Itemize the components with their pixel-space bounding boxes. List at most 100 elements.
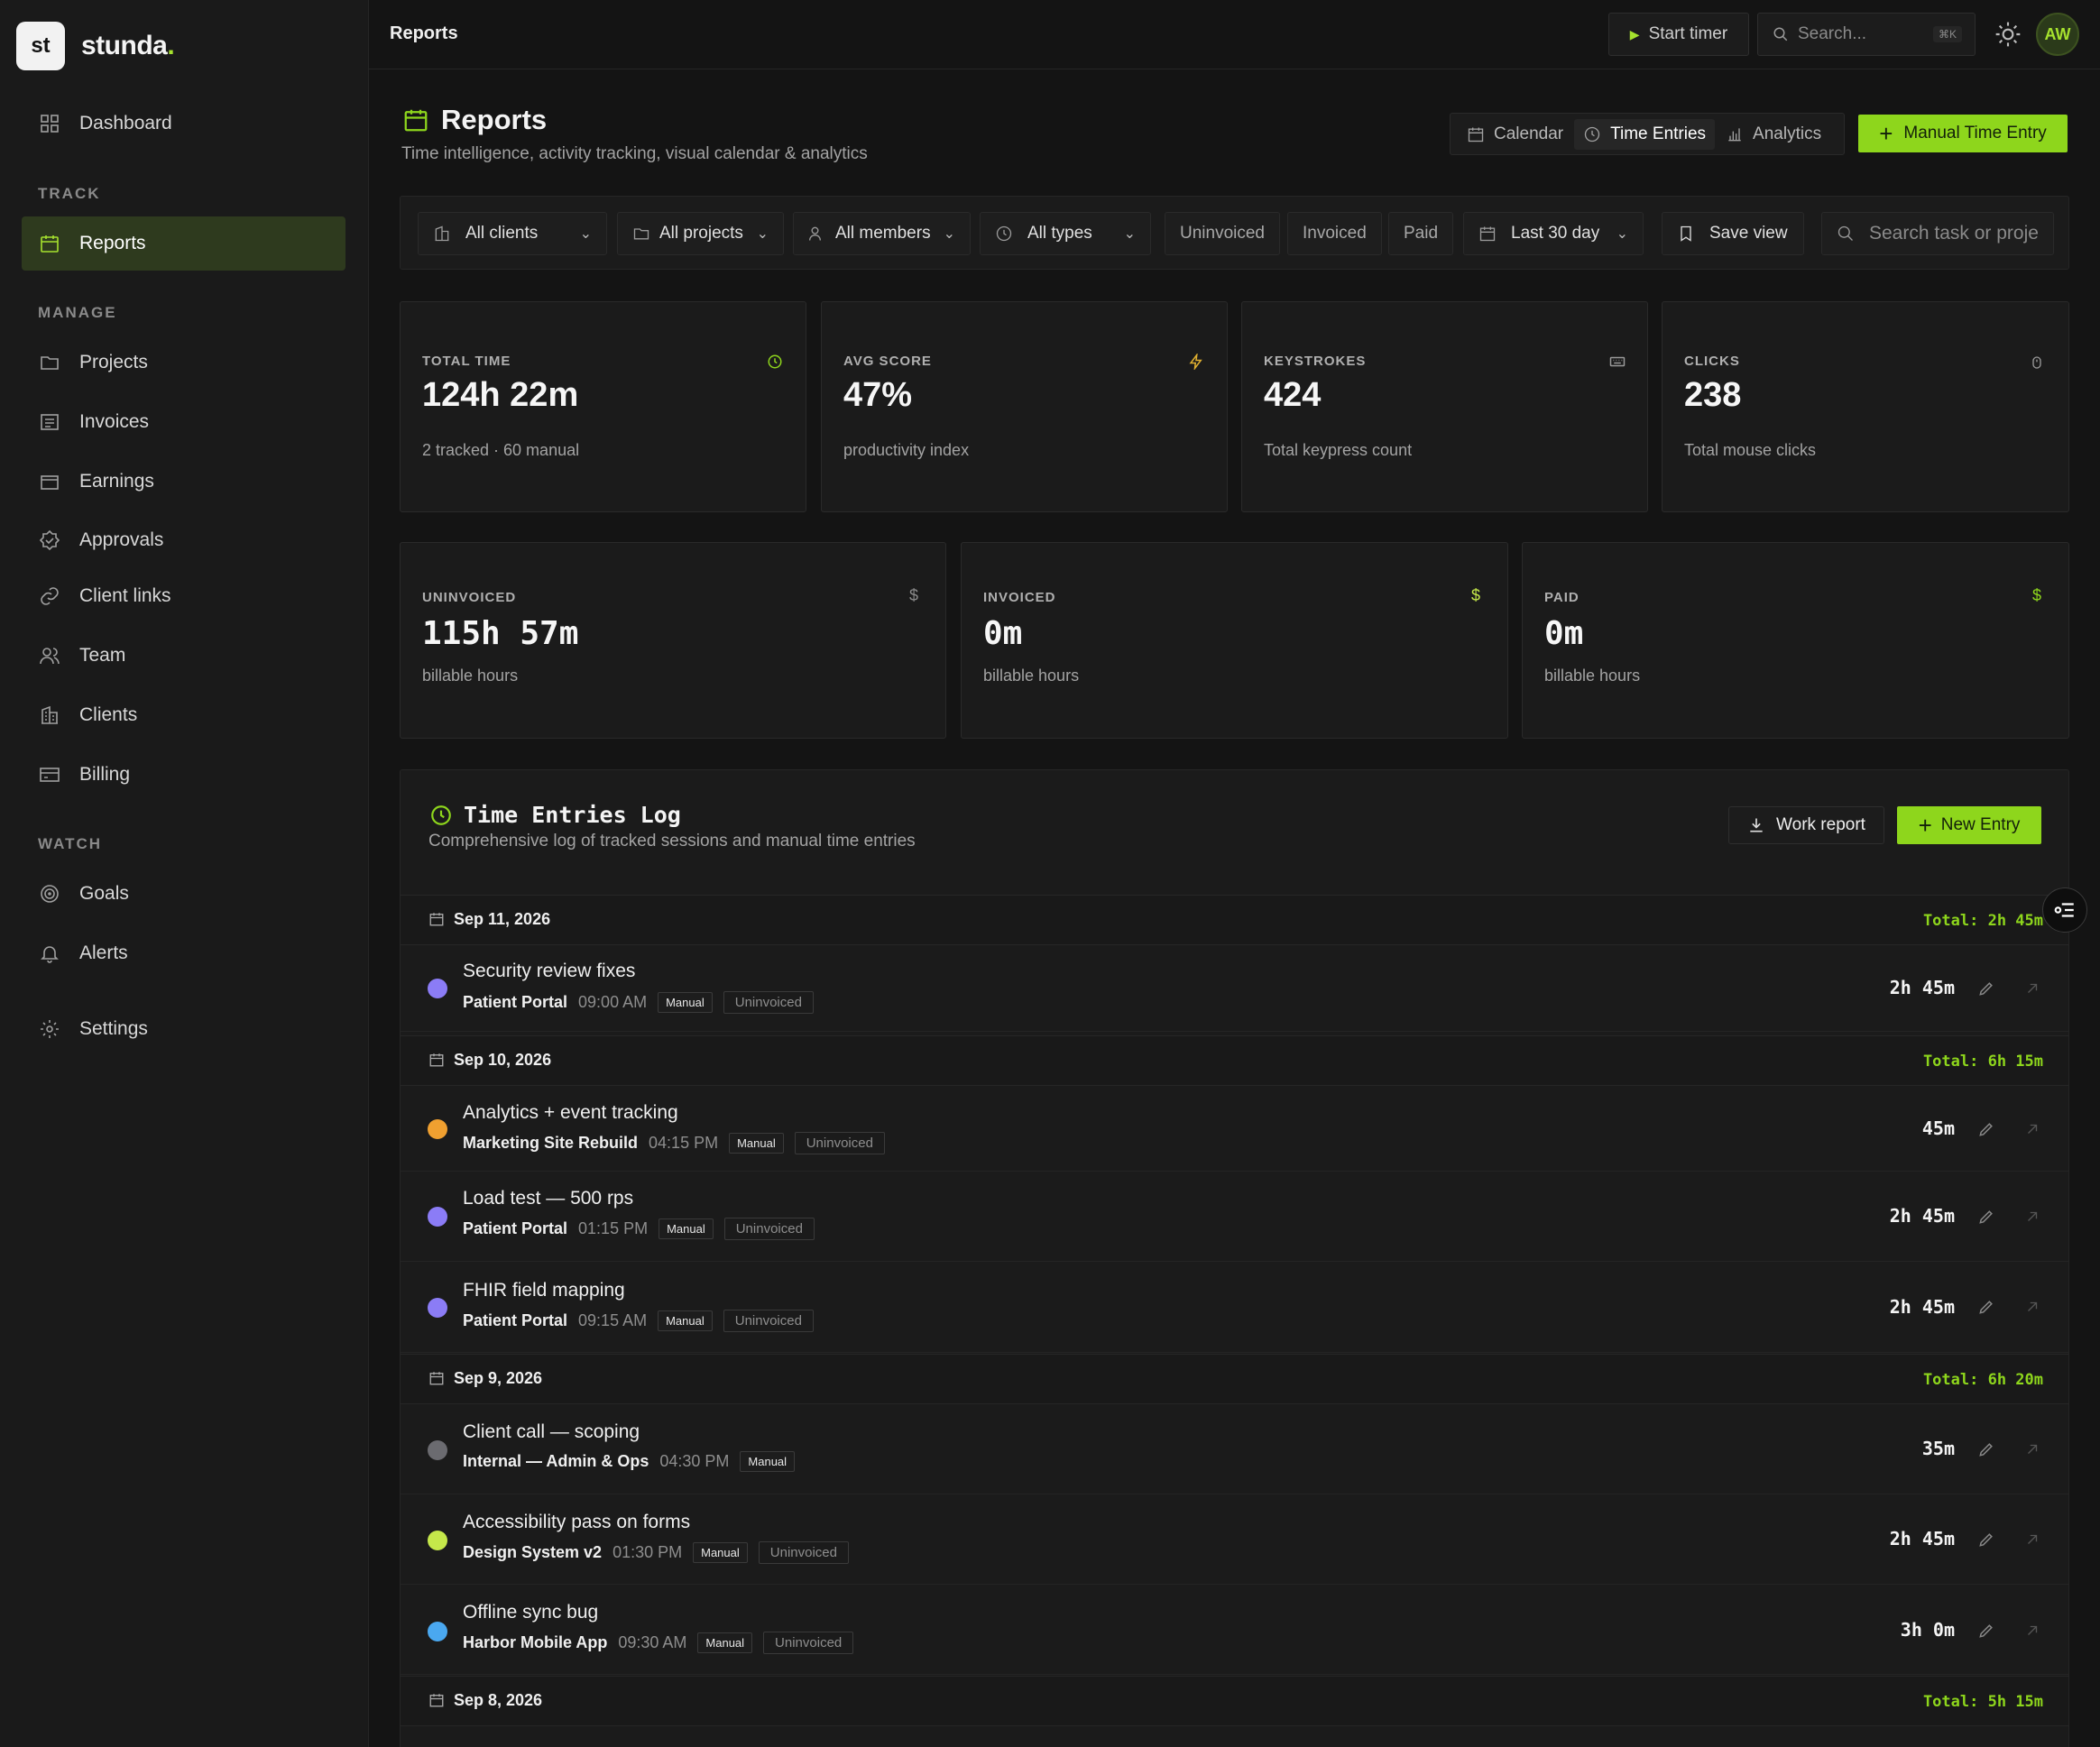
filter-bar: All clients ⌄ All projects ⌄ All members… (400, 196, 2069, 270)
sidebar-item-label: Clients (79, 704, 138, 725)
chevron-down-icon: ⌄ (756, 226, 769, 242)
table-row[interactable]: Offline sync bug Harbor Mobile App 09:30… (401, 1585, 2068, 1675)
topbar-title: Reports (390, 23, 458, 43)
pencil-icon[interactable] (1977, 1531, 1995, 1549)
entry-meta: Patient Portal 09:00 AM Manual Uninvoice… (463, 991, 824, 1014)
stat-value: 0m (1544, 615, 1584, 652)
download-icon (1750, 818, 1763, 832)
entry-time: 04:30 PM (659, 1452, 730, 1470)
project-filter-select[interactable]: All projects ⌄ (617, 212, 784, 255)
clock-icon (768, 354, 782, 369)
tab-time-entries[interactable]: Time Entries (1574, 118, 1716, 150)
arrow-up-right-icon[interactable] (2024, 1299, 2040, 1315)
pencil-icon[interactable] (1977, 1208, 1995, 1226)
sidebar-item-billing[interactable]: Billing (22, 748, 345, 802)
clock-icon (996, 225, 1012, 242)
chevron-down-icon: ⌄ (1616, 226, 1628, 242)
dollar-icon: $ (2032, 586, 2042, 604)
arrow-up-right-icon[interactable] (2024, 1121, 2040, 1137)
stat-sub: billable hours (983, 667, 1080, 685)
entry-title: FHIR field mapping (463, 1280, 625, 1301)
table-row[interactable]: Load test — 500 rps Patient Portal 01:15… (401, 1172, 2068, 1262)
invoiced-filter-button[interactable]: Invoiced (1287, 212, 1382, 255)
grid-icon (38, 112, 61, 135)
tab-label: Calendar (1494, 124, 1564, 143)
sidebar-item-clients[interactable]: Clients (22, 688, 345, 742)
section-manage: MANAGE (38, 304, 117, 321)
table-row[interactable]: Client call — scoping Internal — Admin &… (401, 1404, 2068, 1494)
start-timer-button[interactable]: ▶ Start timer (1608, 13, 1749, 56)
project-color-dot (428, 979, 447, 998)
type-badge: Manual (658, 1310, 713, 1331)
clock-icon (1584, 126, 1600, 142)
stat-label: KEYSTROKES (1264, 354, 1367, 369)
sidebar-item-alerts[interactable]: Alerts (22, 926, 345, 980)
global-search-input[interactable]: Search... ⌘K (1757, 13, 1976, 56)
page-title: Reports (441, 104, 548, 135)
sidebar-item-label: Approvals (79, 529, 164, 550)
search-icon (1838, 225, 1853, 241)
table-row[interactable]: Security review fixes Patient Portal 09:… (401, 945, 2068, 1032)
arrow-up-right-icon[interactable] (2024, 1623, 2040, 1639)
sidebar-item-approvals[interactable]: Approvals (22, 513, 345, 567)
table-row[interactable]: FHIR field mapping Patient Portal 09:15 … (401, 1262, 2068, 1353)
stat-card-clicks: CLICKS 238 Total mouse clicks (1662, 301, 2069, 512)
stat-sub: 2 tracked · 60 manual (422, 441, 580, 459)
arrow-up-right-icon[interactable] (2024, 1209, 2040, 1225)
save-view-button[interactable]: Save view (1662, 212, 1804, 255)
sidebar-item-reports[interactable]: Reports (22, 216, 345, 271)
client-filter-select[interactable]: All clients ⌄ (418, 212, 607, 255)
type-filter-select[interactable]: All types ⌄ (980, 212, 1151, 255)
bar-chart-icon (1728, 127, 1741, 141)
avatar[interactable]: AW (2036, 13, 2079, 56)
sidebar: st stunda. Dashboard TRACK Reports MANAG… (0, 0, 369, 1747)
sidebar-item-projects[interactable]: Projects (22, 336, 345, 390)
users-icon (809, 226, 821, 241)
pencil-icon[interactable] (1977, 1440, 1995, 1458)
entry-title: Analytics + event tracking (463, 1102, 678, 1123)
member-filter-select[interactable]: All members ⌄ (793, 212, 971, 255)
calendar-icon (429, 1372, 444, 1385)
manual-time-entry-button[interactable]: + Manual Time Entry (1858, 115, 2068, 152)
sidebar-item-label: Alerts (79, 942, 128, 963)
uninvoiced-filter-button[interactable]: Uninvoiced (1165, 212, 1280, 255)
paid-filter-button[interactable]: Paid (1388, 212, 1454, 255)
task-search-input[interactable]: Search task or proje (1821, 212, 2054, 255)
stat-sub: Total keypress count (1264, 441, 1413, 459)
quick-actions-button[interactable] (2042, 887, 2087, 933)
arrow-up-right-icon[interactable] (2024, 1441, 2040, 1457)
sidebar-item-invoices[interactable]: Invoices (22, 395, 345, 449)
day-date: Sep 11, 2026 (454, 910, 551, 928)
tab-calendar[interactable]: Calendar (1467, 124, 1563, 144)
arrow-up-right-icon[interactable] (2024, 980, 2040, 997)
sidebar-item-team[interactable]: Team (22, 629, 345, 683)
logo-text: stunda. (81, 31, 175, 60)
section-track: TRACK (38, 185, 101, 202)
sidebar-item-goals[interactable]: Goals (22, 867, 345, 921)
pencil-icon[interactable] (1977, 1120, 1995, 1138)
work-report-button[interactable]: Work report (1728, 806, 1884, 844)
pencil-icon[interactable] (1977, 1298, 1995, 1316)
table-row[interactable]: Analytics + event tracking Marketing Sit… (401, 1086, 2068, 1172)
sidebar-item-settings[interactable]: Settings (22, 1002, 345, 1056)
sidebar-item-dashboard[interactable]: Dashboard (22, 97, 345, 151)
arrow-up-right-icon[interactable] (2024, 1531, 2040, 1548)
theme-toggle-icon[interactable] (1994, 20, 2022, 49)
logo[interactable]: st stunda. (16, 22, 175, 70)
tab-analytics[interactable]: Analytics (1726, 124, 1821, 144)
invoice-icon (38, 410, 61, 434)
table-row[interactable]: Accessibility pass on forms Design Syste… (401, 1494, 2068, 1585)
date-range-select[interactable]: Last 30 day ⌄ (1463, 212, 1644, 255)
stat-card-invoiced: INVOICED 0m billable hours $ (961, 542, 1508, 739)
pencil-icon[interactable] (1977, 979, 1995, 998)
pencil-icon[interactable] (1977, 1622, 1995, 1640)
entry-time: 01:30 PM (612, 1543, 683, 1561)
new-entry-button[interactable]: + New Entry (1897, 806, 2041, 844)
sidebar-item-label: Client links (79, 585, 171, 606)
plus-icon: + (1918, 811, 1932, 839)
stat-label: AVG SCORE (843, 354, 932, 369)
entry-project: Internal — Admin & Ops (463, 1452, 649, 1470)
entry-time: 09:15 AM (578, 1311, 648, 1329)
sidebar-item-earnings[interactable]: Earnings (22, 455, 345, 509)
sidebar-item-client-links[interactable]: Client links (22, 569, 345, 623)
